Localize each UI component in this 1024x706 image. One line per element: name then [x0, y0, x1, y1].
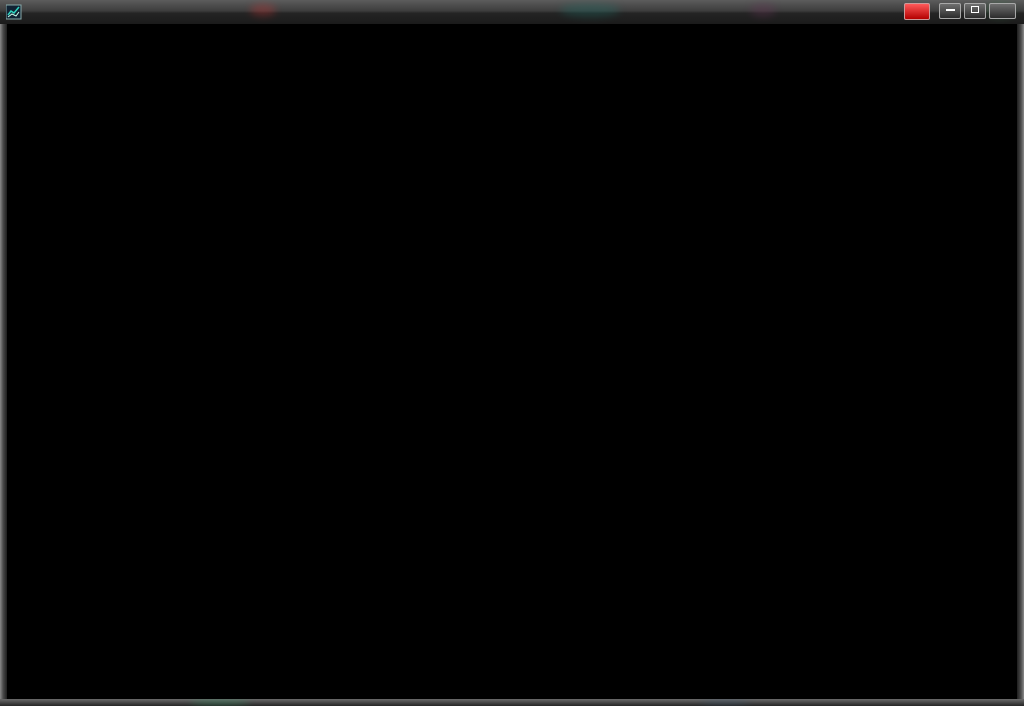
ninjatrader-chart-window: [0, 0, 1024, 706]
chart-canvas[interactable]: [0, 0, 1024, 706]
